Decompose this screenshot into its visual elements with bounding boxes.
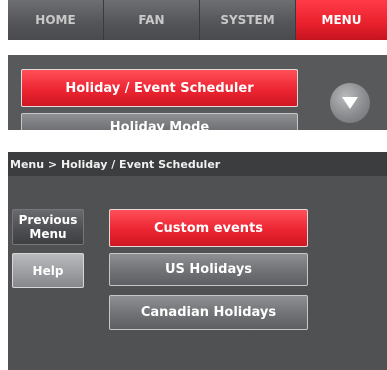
- tab-home[interactable]: HOME: [8, 0, 104, 40]
- tab-system[interactable]: SYSTEM: [200, 0, 296, 40]
- previous-menu-button[interactable]: Previous Menu: [12, 209, 84, 245]
- down-arrow-icon: [342, 97, 358, 109]
- holiday-mode-button[interactable]: Holiday Mode: [21, 113, 298, 130]
- tab-menu[interactable]: MENU: [296, 0, 387, 40]
- scheduler-screen: Menu > Holiday / Event Scheduler Previou…: [8, 152, 387, 370]
- menu-list-panel: Holiday / Event Scheduler Holiday Mode: [8, 55, 387, 130]
- option-custom-events[interactable]: Custom events: [109, 209, 308, 247]
- tab-fan[interactable]: FAN: [104, 0, 200, 40]
- top-tab-bar: HOME FAN SYSTEM MENU: [8, 0, 387, 40]
- breadcrumb: Menu > Holiday / Event Scheduler: [8, 152, 387, 176]
- option-canadian-holidays[interactable]: Canadian Holidays: [109, 295, 308, 330]
- holiday-event-scheduler-button[interactable]: Holiday / Event Scheduler: [21, 69, 298, 107]
- scroll-down-button[interactable]: [330, 83, 370, 123]
- option-us-holidays[interactable]: US Holidays: [109, 253, 308, 286]
- help-button[interactable]: Help: [12, 253, 84, 288]
